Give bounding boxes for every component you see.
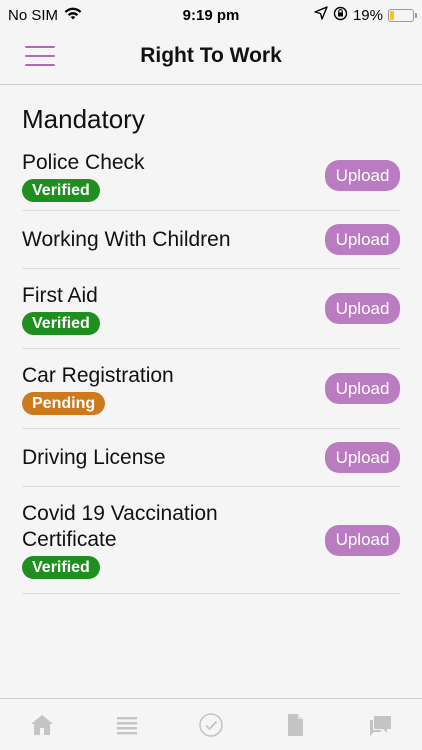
battery-fill bbox=[390, 10, 395, 20]
upload-button[interactable]: Upload bbox=[325, 524, 400, 556]
document-info: Driving License bbox=[22, 445, 176, 471]
document-info: First Aid Verified bbox=[22, 283, 110, 335]
document-info: Police Check Verified bbox=[22, 150, 155, 202]
status-bar: No SIM 9:19 pm 19% bbox=[0, 0, 422, 30]
document-list-panel: Mandatory Police Check Verified Upload W… bbox=[22, 86, 400, 594]
chat-icon bbox=[369, 715, 391, 736]
bottom-tab-bar bbox=[0, 698, 422, 750]
document-row-car-registration: Car Registration Pending Upload bbox=[22, 349, 400, 429]
upload-button[interactable]: Upload bbox=[325, 160, 400, 191]
document-row-driving-license: Driving License Upload bbox=[22, 429, 400, 487]
document-icon bbox=[288, 713, 304, 736]
document-row-working-with-children: Working With Children Upload bbox=[22, 211, 400, 269]
status-badge: Verified bbox=[22, 556, 100, 579]
tab-list[interactable] bbox=[107, 705, 147, 745]
status-badge: Verified bbox=[22, 311, 100, 335]
document-info: Car Registration Pending bbox=[22, 363, 184, 415]
upload-button[interactable]: Upload bbox=[325, 373, 400, 404]
orientation-lock-icon bbox=[333, 6, 348, 25]
upload-button[interactable]: Upload bbox=[325, 293, 400, 324]
status-badge: Pending bbox=[22, 391, 106, 415]
page-title: Right To Work bbox=[140, 44, 282, 67]
status-right: 19% bbox=[314, 6, 417, 25]
document-row-police-check: Police Check Verified Upload bbox=[22, 141, 400, 211]
tab-home[interactable] bbox=[22, 705, 62, 745]
document-info: Working With Children bbox=[22, 227, 241, 253]
wifi-icon bbox=[63, 6, 83, 25]
upload-button[interactable]: Upload bbox=[325, 442, 400, 473]
battery-percent: 19% bbox=[352, 6, 383, 24]
document-name: Car Registration bbox=[22, 363, 174, 387]
home-icon bbox=[31, 714, 54, 735]
tab-checklist[interactable] bbox=[191, 705, 231, 745]
document-row-first-aid: First Aid Verified Upload bbox=[22, 269, 400, 349]
carrier-label: No SIM bbox=[8, 6, 59, 24]
battery-icon bbox=[388, 8, 417, 22]
status-left: No SIM bbox=[8, 6, 83, 25]
document-name: Working With Children bbox=[22, 227, 231, 251]
section-title: Mandatory bbox=[22, 104, 145, 134]
check-circle-icon bbox=[199, 712, 223, 737]
document-name: Police Check bbox=[22, 150, 145, 174]
document-name: First Aid bbox=[22, 283, 98, 307]
status-badge: Verified bbox=[22, 178, 100, 202]
document-row-covid-certificate: Covid 19 Vaccination Certificate Verifie… bbox=[22, 487, 400, 594]
document-name: Covid 19 Vaccination Certificate bbox=[22, 502, 218, 551]
location-arrow-icon bbox=[314, 6, 328, 24]
upload-button[interactable]: Upload bbox=[325, 224, 400, 255]
tab-documents[interactable] bbox=[275, 705, 315, 745]
tab-messages[interactable] bbox=[360, 705, 400, 745]
list-icon bbox=[116, 716, 137, 734]
document-info: Covid 19 Vaccination Certificate Verifie… bbox=[22, 501, 262, 579]
app-header: Right To Work bbox=[0, 30, 422, 85]
document-name: Driving License bbox=[22, 445, 166, 469]
